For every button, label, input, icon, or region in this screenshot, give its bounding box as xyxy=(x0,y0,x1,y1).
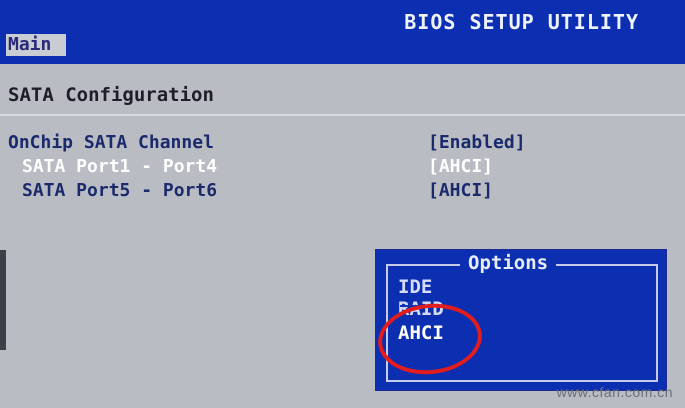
setting-value: [AHCI] xyxy=(428,180,494,201)
option-ahci[interactable]: AHCI xyxy=(398,322,444,344)
setting-sata-port1-port4[interactable]: SATA Port1 - Port4 xyxy=(22,156,217,177)
watermark: www.cfan.com.cn xyxy=(556,384,673,400)
setting-label: OnChip SATA Channel xyxy=(8,132,214,153)
tab-strip xyxy=(0,34,685,64)
setting-value-sata-port5-port6[interactable]: [AHCI] xyxy=(428,180,493,201)
monitor-bezel xyxy=(0,250,6,350)
setting-value-sata-port1-port4[interactable]: [AHCI] xyxy=(428,156,493,177)
bios-title: BIOS SETUP UTILITY xyxy=(404,10,639,34)
setting-label: SATA Port1 - Port4 xyxy=(22,156,218,177)
setting-value-onchip-sata-channel[interactable]: [Enabled] xyxy=(428,132,526,153)
tab-main[interactable]: Main xyxy=(6,34,66,56)
section-divider xyxy=(0,114,685,116)
setting-onchip-sata-channel[interactable]: OnChip SATA Channel xyxy=(8,132,214,153)
title-bar: BIOS SETUP UTILITY xyxy=(0,0,685,34)
bios-screen: BIOS SETUP UTILITY Main SATA Configurati… xyxy=(0,0,685,408)
setting-value: [Enabled] xyxy=(428,132,526,153)
setting-label: SATA Port5 - Port6 xyxy=(22,180,218,201)
option-ide[interactable]: IDE xyxy=(398,276,432,298)
options-popup: Options IDE RAID AHCI xyxy=(376,250,666,390)
raid-overlap-mask xyxy=(400,305,456,307)
options-title: Options xyxy=(460,252,557,274)
setting-sata-port5-port6[interactable]: SATA Port5 - Port6 xyxy=(22,180,217,201)
page-title: SATA Configuration xyxy=(8,84,214,106)
setting-value: [AHCI] xyxy=(428,156,494,177)
option-raid[interactable]: RAID xyxy=(398,298,444,320)
